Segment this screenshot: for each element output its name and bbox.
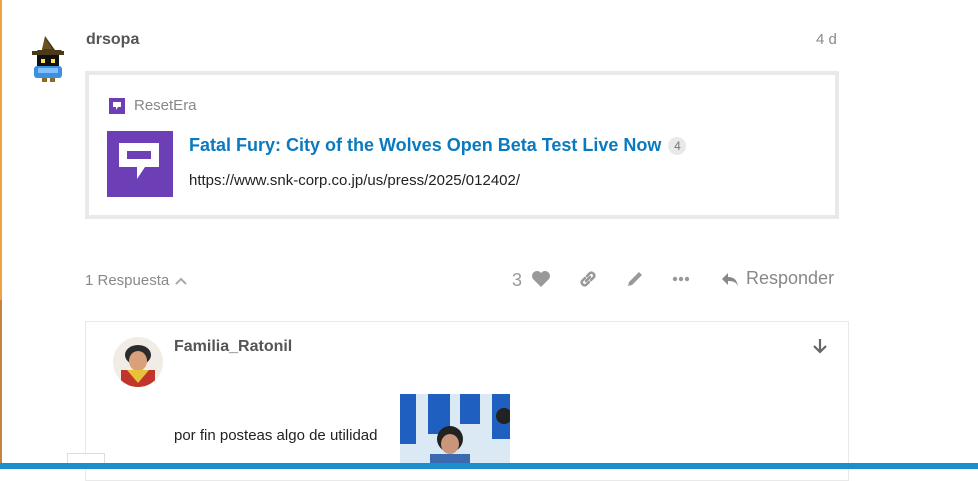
replies-toggle-button[interactable]: 1 Respuesta — [85, 272, 187, 289]
link-preview-card: ResetEra Fatal Fury: City of the Wolves … — [85, 71, 839, 219]
reply-username[interactable]: Familia_Ratonil — [174, 338, 292, 356]
onebox-click-count-badge: 4 — [668, 136, 687, 155]
post-date[interactable]: 4 d — [816, 31, 837, 48]
black-mage-avatar-icon[interactable] — [28, 36, 68, 82]
link-icon[interactable] — [577, 268, 599, 290]
reply-arrow-icon — [722, 272, 738, 286]
arrow-down-icon[interactable] — [810, 336, 830, 356]
more-dots-icon[interactable] — [670, 268, 692, 290]
pencil-icon[interactable] — [624, 268, 646, 290]
post-username[interactable]: drsopa — [86, 31, 139, 49]
onebox-site-row: ResetEra — [109, 97, 197, 114]
familia-ratonil-avatar-icon[interactable] — [113, 337, 163, 387]
reply-embedded-image[interactable] — [400, 394, 510, 469]
resetera-logo-icon — [107, 131, 173, 197]
onebox-url[interactable]: https://www.snk-corp.co.jp/us/press/2025… — [189, 172, 520, 189]
bottom-progress-bar — [0, 463, 978, 469]
resetera-icon — [109, 97, 125, 114]
onebox-site-name[interactable]: ResetEra — [134, 97, 197, 114]
reply-text: por fin posteas algo de utilidad — [174, 427, 378, 444]
onebox-title: Fatal Fury: City of the Wolves Open Beta… — [189, 135, 687, 156]
replies-count-label: 1 Respuesta — [85, 272, 170, 289]
chevron-up-icon — [175, 277, 187, 285]
like-count[interactable]: 3 — [512, 270, 522, 291]
reply-button[interactable]: Responder — [720, 268, 834, 289]
reply-button-label: Responder — [746, 268, 835, 288]
onebox-title-link[interactable]: Fatal Fury: City of the Wolves Open Beta… — [189, 135, 661, 156]
left-edge-shadow — [0, 300, 2, 469]
heart-icon[interactable] — [530, 268, 552, 290]
